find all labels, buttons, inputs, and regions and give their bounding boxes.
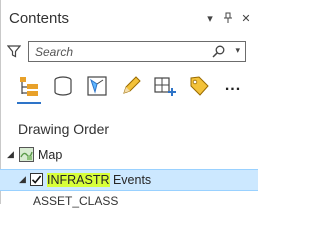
contents-pane: Contents ▾ ✕ ▾ bbox=[0, 0, 258, 208]
pane-title: Contents bbox=[9, 10, 70, 27]
list-by-snapping-icon bbox=[154, 77, 176, 96]
layer-tree-row[interactable]: ◢ INFRASTR Events bbox=[0, 169, 258, 191]
list-by-editing-button[interactable] bbox=[114, 72, 148, 100]
drawing-order-heading: Drawing Order bbox=[18, 121, 110, 137]
list-by-drawing-order-button[interactable] bbox=[12, 72, 46, 104]
list-by-toolbar: ... bbox=[12, 72, 250, 104]
more-options-icon: ... bbox=[224, 77, 242, 94]
list-by-selection-icon bbox=[87, 76, 107, 96]
map-tree-row[interactable]: ◢ Map bbox=[0, 146, 258, 166]
list-by-source-icon bbox=[54, 76, 72, 96]
filter-icon[interactable] bbox=[6, 44, 22, 63]
list-by-drawing-order-icon bbox=[20, 77, 38, 96]
map-icon bbox=[19, 147, 34, 167]
pane-options-dropdown-icon[interactable]: ▾ bbox=[202, 10, 218, 26]
search-box[interactable]: ▾ bbox=[28, 41, 246, 62]
list-by-snapping-button[interactable] bbox=[148, 72, 182, 100]
list-by-source-button[interactable] bbox=[46, 72, 80, 100]
list-by-labeling-icon bbox=[190, 76, 209, 96]
list-by-editing-icon bbox=[123, 76, 141, 94]
search-icon[interactable] bbox=[212, 45, 225, 63]
layer-name-rest: Events bbox=[109, 173, 152, 187]
list-by-labeling-button[interactable] bbox=[182, 72, 216, 100]
collapse-triangle-icon[interactable]: ◢ bbox=[19, 174, 26, 185]
list-by-selection-button[interactable] bbox=[80, 72, 114, 100]
map-label: Map bbox=[38, 148, 63, 162]
pane-title-controls: ▾ ✕ bbox=[202, 10, 254, 26]
layer-visibility-checkbox[interactable] bbox=[30, 173, 43, 186]
highlighted-layer-text: INFRASTR bbox=[47, 173, 110, 187]
layer-name[interactable]: INFRASTR Events bbox=[47, 173, 151, 187]
checkmark-icon bbox=[31, 175, 42, 184]
pin-icon[interactable] bbox=[220, 10, 236, 26]
close-icon[interactable]: ✕ bbox=[238, 10, 254, 26]
more-options-button[interactable]: ... bbox=[216, 72, 250, 100]
field-tree-row[interactable]: ASSET_CLASS bbox=[33, 194, 118, 208]
search-options-chevron-icon[interactable]: ▾ bbox=[235, 45, 240, 56]
search-input[interactable] bbox=[29, 42, 221, 61]
collapse-triangle-icon[interactable]: ◢ bbox=[7, 149, 14, 160]
